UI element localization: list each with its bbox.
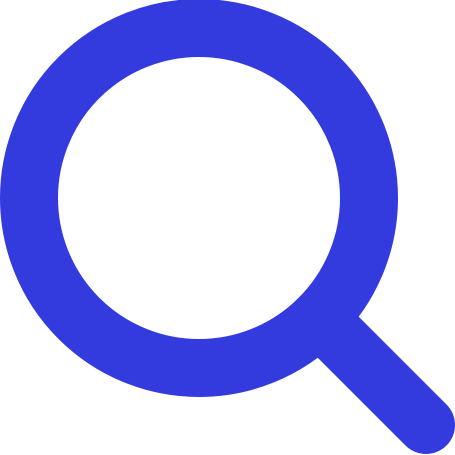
search-icon[interactable]	[0, 0, 455, 455]
search-icon-container[interactable]	[0, 0, 455, 455]
search-icon-handle	[309, 308, 455, 454]
